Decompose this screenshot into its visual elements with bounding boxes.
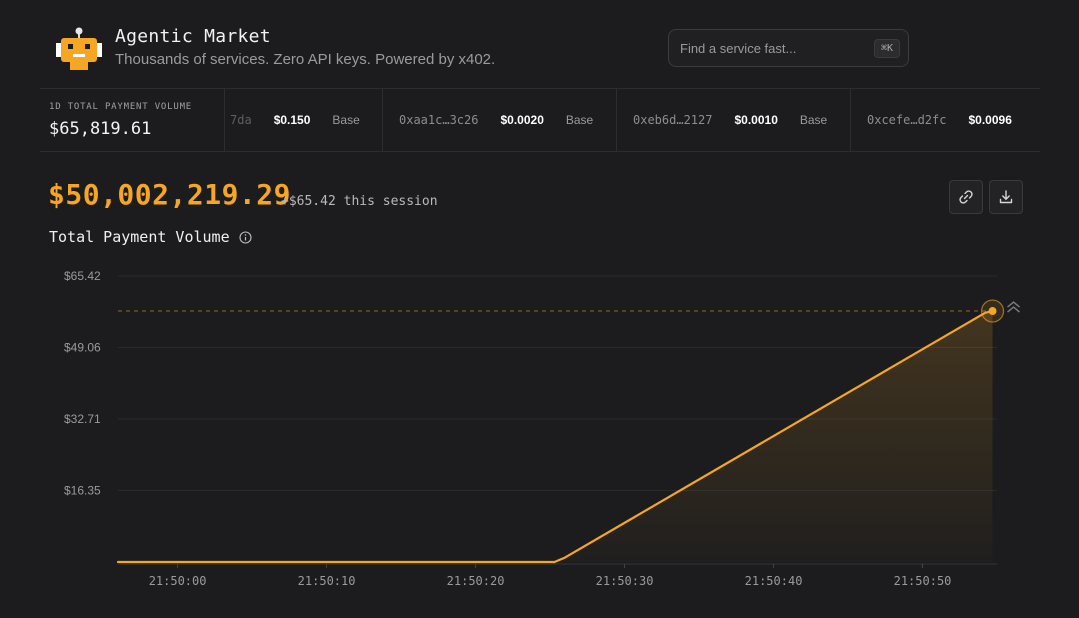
y-tick-label: $65.42 [64, 269, 101, 283]
y-tick-label: $16.35 [64, 484, 101, 498]
volume-label: 1D TOTAL PAYMENT VOLUME [49, 102, 193, 112]
volume-summary: 1D TOTAL PAYMENT VOLUME $65,819.61 [40, 89, 225, 151]
y-tick-label: $32.71 [64, 412, 101, 426]
x-tick-label: 21:50:40 [745, 574, 803, 588]
volume-value: $65,819.61 [49, 119, 152, 139]
x-tick-label: 21:50:10 [298, 574, 356, 588]
x-tick-label: 21:50:50 [894, 574, 952, 588]
x-tick-label: 21:50:00 [149, 574, 207, 588]
x-tick-label: 21:50:30 [596, 574, 654, 588]
y-tick-label: $49.06 [64, 341, 101, 355]
current-point [988, 307, 997, 316]
series-area [118, 311, 993, 562]
x-tick-label: 21:50:20 [447, 574, 505, 588]
chevron-up-icon [1007, 301, 1021, 313]
